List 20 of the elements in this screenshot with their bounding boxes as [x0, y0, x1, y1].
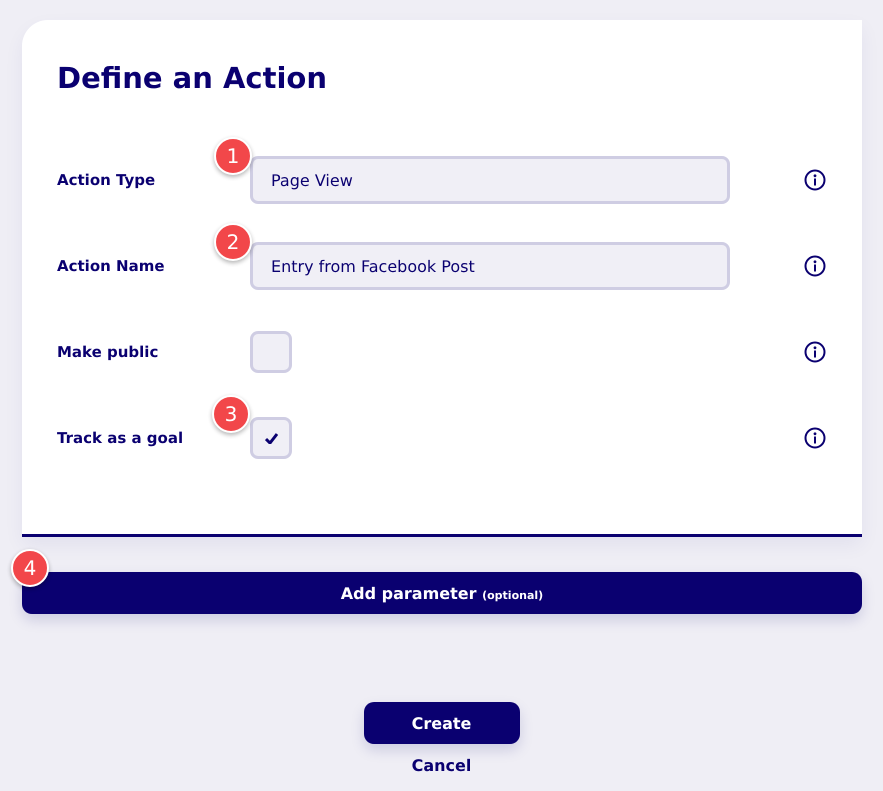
number-badge: 1: [214, 137, 252, 175]
check-icon: [264, 432, 278, 444]
info-icon[interactable]: [804, 427, 826, 449]
number-badge: 2: [214, 223, 252, 261]
field-label: Make public: [57, 343, 160, 361]
field-label: Action Name: [57, 257, 166, 275]
number-badge: 4: [11, 549, 49, 587]
dialog-title: Define an Action: [57, 60, 328, 97]
checkbox[interactable]: [250, 417, 292, 459]
info-icon[interactable]: [804, 341, 826, 363]
info-icon[interactable]: [804, 255, 826, 277]
info-icon[interactable]: [804, 169, 826, 191]
field-label: Track as a goal: [57, 429, 184, 447]
text-field[interactable]: Entry from Facebook Post: [250, 242, 730, 290]
checkbox[interactable]: [250, 331, 292, 373]
cancel-link[interactable]: Cancel: [412, 756, 472, 775]
field-label: Action Type: [57, 171, 156, 189]
text-field[interactable]: Page View: [250, 156, 730, 204]
create-button[interactable]: Create: [364, 702, 520, 744]
number-badge: 3: [212, 395, 250, 433]
